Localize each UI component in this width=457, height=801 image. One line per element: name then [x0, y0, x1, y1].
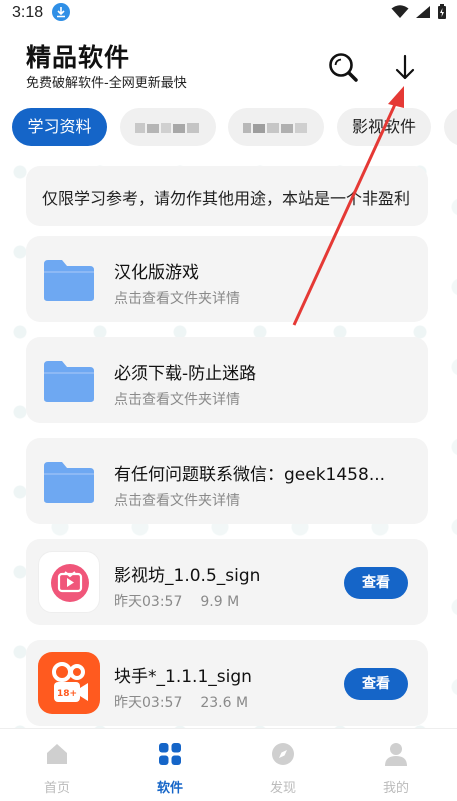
search-icon [329, 53, 358, 82]
status-icons [391, 4, 447, 20]
folder-icon [44, 260, 94, 301]
app-date: 昨天03:57 [114, 594, 183, 610]
pixelated-label [135, 122, 199, 133]
wifi-icon [391, 5, 409, 18]
arrow-down-icon [395, 54, 415, 80]
tab-blurred-1[interactable] [120, 108, 216, 146]
notice-text: 仅限学习参考，请勿作其他用途，本站是一个非盈利 [42, 189, 411, 208]
folder-title: 有任何问题联系微信：geek1458... [114, 465, 386, 485]
apps-grid-icon [159, 743, 181, 765]
nav-profile[interactable]: 我的 [366, 741, 426, 796]
app-meta: 昨天03:57 9.9 M [114, 591, 239, 611]
tab-video-software[interactable]: 影视软件 [337, 108, 431, 146]
app-list-item[interactable]: 18+ 块手*_1.1.1_sign 昨天03:57 23.6 M 查看 [26, 640, 428, 726]
app-title: 精品软件 [26, 43, 131, 72]
home-icon [47, 744, 67, 764]
video-app-icon [38, 551, 100, 613]
app-size: 23.6 M [200, 695, 249, 711]
nav-label: 我的 [382, 781, 409, 796]
bottom-navigation: 首页 软件 发现 我的 [0, 728, 457, 801]
tab-study-materials[interactable]: 学习资料 [12, 108, 107, 146]
app-date: 昨天03:57 [114, 695, 183, 711]
folder-icon [44, 361, 94, 402]
search-button[interactable] [326, 50, 360, 84]
app-name: 影视坊_1.0.5_sign [114, 566, 261, 586]
folder-title: 必须下载-防止迷路 [114, 364, 257, 384]
battery-icon [438, 4, 446, 19]
app-size: 9.9 M [200, 594, 240, 610]
app-meta: 昨天03:57 23.6 M [114, 692, 248, 712]
folder-subtitle: 点击查看文件夹详情 [114, 493, 240, 509]
nav-software[interactable]: 软件 [140, 741, 200, 796]
nav-discover[interactable]: 发现 [253, 741, 313, 796]
folder-title: 汉化版游戏 [114, 263, 199, 283]
folder-item[interactable]: 汉化版游戏 点击查看文件夹详情 [26, 236, 428, 322]
notice-banner: 仅限学习参考，请勿作其他用途，本站是一个非盈利 [26, 166, 428, 226]
nav-label: 发现 [269, 781, 296, 796]
nav-home[interactable]: 首页 [27, 741, 87, 796]
nav-label: 首页 [43, 781, 70, 796]
status-time: 3:18 [12, 4, 44, 21]
compass-icon [272, 743, 294, 765]
signal-icon [416, 6, 430, 18]
folder-subtitle: 点击查看文件夹详情 [114, 392, 240, 408]
download-notification-icon [52, 3, 70, 21]
folder-item[interactable]: 必须下载-防止迷路 点击查看文件夹详情 [26, 337, 428, 423]
folder-icon [44, 462, 94, 503]
tab-blurred-2[interactable] [228, 108, 324, 146]
app-name: 块手*_1.1.1_sign [114, 667, 252, 687]
tab-more[interactable] [444, 108, 457, 146]
download-button[interactable] [390, 50, 420, 84]
kuaishou-app-icon: 18+ [38, 652, 100, 714]
folder-subtitle: 点击查看文件夹详情 [114, 291, 240, 307]
category-tabs: 学习资料 影视软件 [0, 104, 457, 150]
user-icon [385, 743, 407, 766]
view-button[interactable]: 查看 [344, 567, 408, 599]
status-bar: 3:18 [0, 0, 457, 26]
app-subtitle: 免费破解软件-全网更新最快 [26, 76, 187, 91]
nav-label: 软件 [156, 781, 183, 796]
pixelated-label [243, 122, 307, 133]
app-list-item[interactable]: 影视坊_1.0.5_sign 昨天03:57 9.9 M 查看 [26, 539, 428, 625]
folder-item[interactable]: 有任何问题联系微信：geek1458... 点击查看文件夹详情 [26, 438, 428, 524]
age-badge: 18+ [57, 689, 77, 699]
view-button[interactable]: 查看 [344, 668, 408, 700]
